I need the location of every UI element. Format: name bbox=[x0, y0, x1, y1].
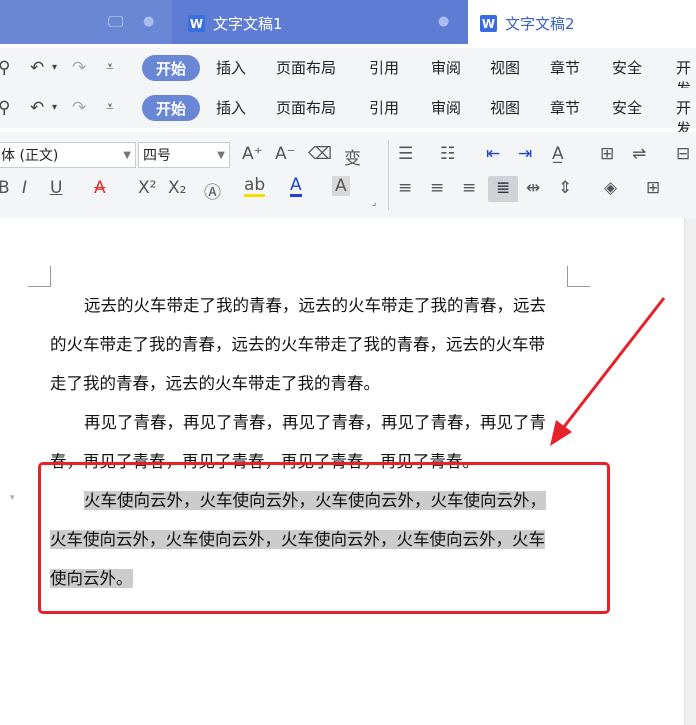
annotation-arrow-icon bbox=[550, 297, 666, 446]
